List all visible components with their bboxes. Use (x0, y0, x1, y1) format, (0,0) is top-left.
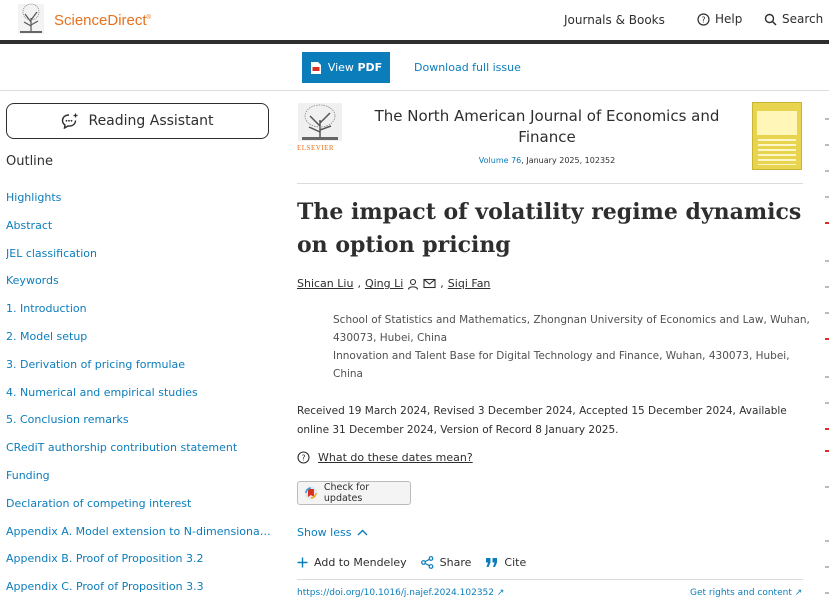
volume-link[interactable]: Volume 76 (479, 156, 521, 165)
outline-item-numerical[interactable]: 4. Numerical and empirical studies (6, 386, 272, 414)
crossmark-icon (304, 486, 318, 500)
search-icon (764, 13, 777, 26)
brand-name: ScienceDirect (54, 12, 147, 29)
download-full-issue-link[interactable]: Download full issue (414, 61, 521, 74)
brand-logo-text[interactable]: ScienceDirect® (54, 12, 151, 29)
check-updates-label: Check for updates (323, 482, 370, 504)
article-actions: Add to Mendeley Share Cite (297, 556, 540, 569)
external-link-icon: ↗ (496, 588, 505, 598)
help-icon: ? (297, 451, 310, 464)
rights-link[interactable]: Get rights and content ↗ (690, 588, 802, 598)
view-pdf-button[interactable]: View PDF (302, 52, 390, 83)
share-button[interactable]: Share (420, 556, 472, 569)
show-less-toggle[interactable]: Show less (297, 526, 368, 539)
external-link-icon: ↗ (794, 588, 803, 598)
outline-item-highlights[interactable]: Highlights (6, 191, 272, 219)
reading-assistant-button[interactable]: Reading Assistant (6, 103, 269, 139)
outline-item-keywords[interactable]: Keywords (6, 274, 272, 302)
journal-cover-image[interactable] (752, 102, 802, 170)
chevron-up-icon (357, 529, 368, 536)
svg-text:?: ? (301, 454, 305, 463)
add-to-mendeley-button[interactable]: Add to Mendeley (297, 556, 407, 569)
article-dates: Received 19 March 2024, Revised 3 Decemb… (297, 405, 787, 436)
nav-help[interactable]: ? Help (697, 12, 742, 26)
outline-item-appendix-b[interactable]: Appendix B. Proof of Proposition 3.2 (6, 552, 272, 580)
reading-assistant-label: Reading Assistant (88, 113, 214, 129)
author-link[interactable]: Qing Li (365, 277, 403, 290)
view-pdf-bold: PDF (357, 61, 383, 74)
outline-item-jel[interactable]: JEL classification (6, 247, 272, 275)
dates-help-link[interactable]: ? What do these dates mean? (297, 451, 473, 464)
author-list: Shican Liu, Qing Li , Siqi Fan (297, 277, 490, 290)
share-icon (420, 556, 434, 569)
doi-link[interactable]: https://doi.org/10.1016/j.najef.2024.102… (297, 588, 504, 598)
elsevier-publisher-logo[interactable] (297, 102, 343, 142)
quote-icon (486, 558, 498, 567)
view-pdf-prefix: View (327, 61, 354, 74)
outline-item-funding[interactable]: Funding (6, 469, 272, 497)
actions-divider (297, 579, 803, 580)
outline-item-credit[interactable]: CRediT authorship contribution statement (6, 441, 272, 469)
plus-icon (297, 557, 308, 568)
elsevier-wordmark: ELSEVIER (297, 144, 335, 152)
email-icon[interactable] (423, 278, 436, 289)
journal-title[interactable]: The North American Journal of Economics … (359, 106, 735, 148)
rights-text: Get rights and content (690, 588, 792, 598)
author-link[interactable]: Shican Liu (297, 277, 353, 290)
author-separator: , (357, 277, 361, 290)
help-label: Help (715, 12, 743, 26)
outline-item-appendix-a[interactable]: Appendix A. Model extension to N-dimensi… (6, 525, 272, 553)
outline-item-conclusion[interactable]: 5. Conclusion remarks (6, 413, 272, 441)
search-label: Search (782, 12, 824, 26)
cite-label: Cite (504, 556, 527, 569)
help-icon: ? (697, 12, 710, 26)
outline-item-abstract[interactable]: Abstract (6, 219, 272, 247)
nav-search[interactable]: Search (764, 12, 823, 26)
affiliation: Innovation and Talent Base for Digital T… (333, 350, 790, 380)
author-separator: , (440, 277, 444, 290)
elsevier-tree-logo[interactable] (16, 2, 46, 36)
outline-item-derivation[interactable]: 3. Derivation of pricing formulae (6, 358, 272, 386)
check-for-updates-button[interactable]: Check for updates (297, 481, 411, 505)
affiliation: School of Statistics and Mathematics, Zh… (333, 314, 810, 344)
cite-button[interactable]: Cite (485, 556, 526, 569)
add-mendeley-label: Add to Mendeley (314, 556, 407, 569)
brand-mark: ® (146, 15, 151, 21)
outline-item-appendix-c[interactable]: Appendix C. Proof of Proposition 3.3 (6, 580, 272, 608)
pdf-toolbar: View PDF Download full issue (0, 44, 829, 91)
journal-volume: Volume 76, January 2025, 102352 (359, 156, 735, 165)
outline-list: Highlights Abstract JEL classification K… (6, 191, 272, 608)
dates-help-label: What do these dates mean? (318, 451, 473, 464)
person-icon[interactable] (407, 278, 419, 290)
cover-contents-lines (758, 139, 796, 165)
cover-title-band (757, 111, 797, 135)
share-label: Share (439, 556, 472, 569)
author-link[interactable]: Siqi Fan (448, 277, 491, 290)
svg-text:?: ? (701, 15, 705, 24)
outline-item-competing-interest[interactable]: Declaration of competing interest (6, 497, 272, 525)
nav-journals-books[interactable]: Journals & Books (564, 13, 665, 27)
top-header: ScienceDirect® Journals & Books ? Help S… (0, 0, 829, 40)
doi-text: https://doi.org/10.1016/j.najef.2024.102… (297, 588, 494, 598)
article-title: The impact of volatility regime dynamics… (297, 199, 802, 258)
journal-header: ELSEVIER The North American Journal of E… (297, 100, 803, 184)
pdf-icon (310, 61, 321, 74)
outline-heading: Outline (6, 154, 54, 169)
chat-sparkle-icon (62, 113, 78, 129)
right-panel-edge (821, 100, 829, 612)
volume-details: , January 2025, 102352 (521, 156, 616, 165)
show-less-label: Show less (297, 526, 352, 539)
outline-item-model-setup[interactable]: 2. Model setup (6, 330, 272, 358)
outline-item-introduction[interactable]: 1. Introduction (6, 302, 272, 330)
